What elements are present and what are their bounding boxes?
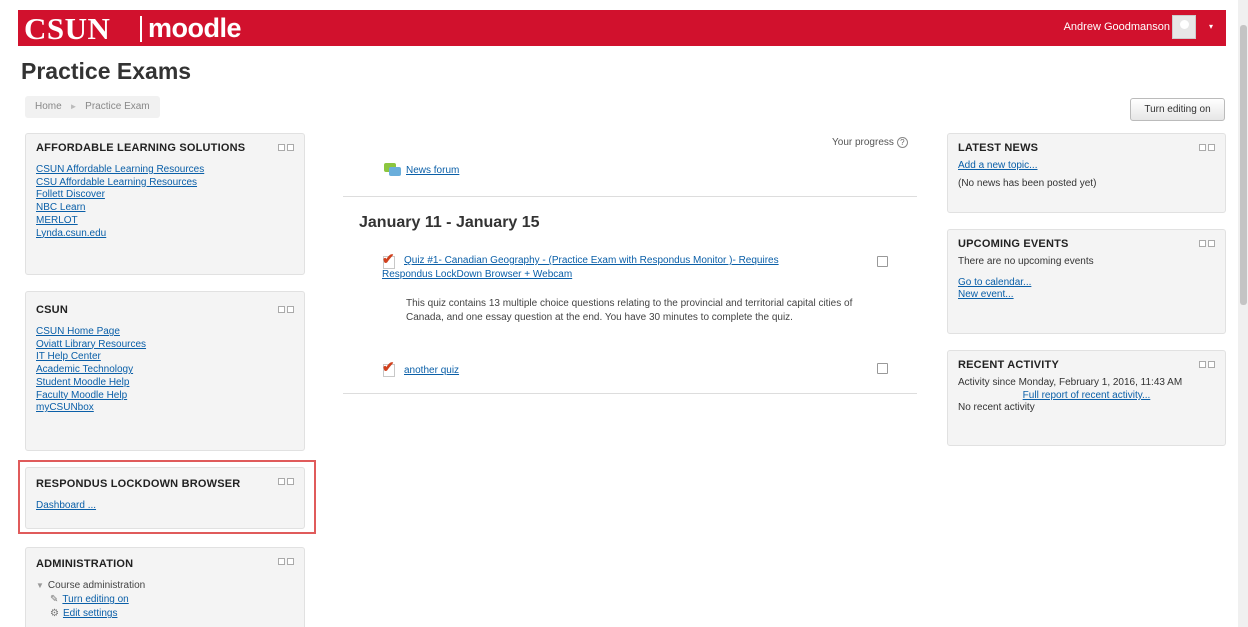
block-title: LATEST NEWS (958, 142, 1039, 154)
link-mycsunbox[interactable]: myCSUNbox (36, 402, 94, 413)
collapse-icon[interactable] (1208, 144, 1215, 151)
chevron-down-icon[interactable]: ▾ (1209, 22, 1213, 31)
breadcrumb-course[interactable]: Practice Exam (85, 101, 149, 112)
quiz-1-link[interactable]: Quiz #1- Canadian Geography - (Practice … (382, 254, 852, 282)
section-divider (343, 196, 917, 197)
block-controls (1199, 361, 1215, 368)
section-divider (343, 393, 917, 394)
csun-logo[interactable]: CSUN (24, 11, 110, 47)
link-csun-home[interactable]: CSUN Home Page (36, 326, 120, 337)
link-list: CSUN Home Page Oviatt Library Resources … (36, 326, 294, 415)
completion-checkbox-quiz-2[interactable] (877, 363, 888, 374)
collapse-icon[interactable] (287, 306, 294, 313)
quiz-activity-2: ✔ another quiz (382, 359, 459, 378)
block-controls (278, 144, 294, 151)
link-academic-technology[interactable]: Academic Technology (36, 364, 133, 375)
block-csun: CSUN CSUN Home Page Oviatt Library Resou… (25, 291, 305, 451)
turn-editing-on-button[interactable]: Turn editing on (1130, 98, 1225, 121)
quiz-icon: ✔ (382, 359, 395, 377)
news-forum-activity: News forum (384, 163, 459, 177)
quiz-activity-1: ✔ Quiz #1- Canadian Geography - (Practic… (382, 251, 852, 282)
avatar[interactable] (1172, 15, 1196, 39)
link-csu-affordable-learning[interactable]: CSU Affordable Learning Resources (36, 177, 197, 188)
block-latest-news: LATEST NEWS Add a new topic... (No news … (947, 133, 1226, 213)
link-it-help-center[interactable]: IT Help Center (36, 351, 101, 362)
quiz-1-description: This quiz contains 13 multiple choice qu… (406, 298, 853, 324)
block-title: AFFORDABLE LEARNING SOLUTIONS (36, 142, 246, 154)
turn-editing-on-link[interactable]: Turn editing on (62, 594, 128, 605)
your-progress: Your progress ? (832, 137, 908, 148)
block-title: ADMINISTRATION (36, 558, 134, 570)
link-list: CSUN Affordable Learning Resources CSU A… (36, 164, 294, 240)
help-icon[interactable]: ? (896, 137, 908, 148)
activity-since-text: Activity since Monday, February 1, 2016,… (958, 377, 1183, 388)
quiz-1-title-line2: Respondus LockDown Browser + Webcam (382, 269, 573, 280)
block-recent-activity: RECENT ACTIVITY Activity since Monday, F… (947, 350, 1226, 446)
quiz-icon: ✔ (382, 251, 395, 269)
edit-settings-link[interactable]: Edit settings (63, 608, 117, 619)
collapse-icon[interactable] (1208, 361, 1215, 368)
logo-divider (140, 16, 142, 42)
go-to-calendar-link[interactable]: Go to calendar... (958, 277, 1031, 288)
news-forum-link[interactable]: News forum (406, 165, 459, 176)
no-events-text: There are no upcoming events (958, 256, 1094, 267)
user-menu-name[interactable]: Andrew Goodmanson (1064, 21, 1170, 33)
block-controls (1199, 240, 1215, 247)
admin-item-turn-editing: ✎ Turn editing on (36, 594, 294, 605)
section-title: January 11 - January 15 (359, 214, 540, 231)
top-navbar: CSUN moodle Andrew Goodmanson ▾ (18, 10, 1226, 46)
block-title: UPCOMING EVENTS (958, 238, 1069, 250)
breadcrumb: Home ► Practice Exam (25, 96, 160, 118)
scrollbar-thumb[interactable] (1240, 25, 1247, 305)
course-administration-node[interactable]: ▼ Course administration (36, 580, 294, 591)
add-new-topic-link[interactable]: Add a new topic... (958, 160, 1038, 171)
dock-icon[interactable] (1199, 361, 1206, 368)
link-faculty-moodle-help[interactable]: Faculty Moodle Help (36, 390, 127, 401)
page-scrollbar[interactable] (1238, 0, 1248, 627)
quiz-1-title-line1: Quiz #1- Canadian Geography - (Practice … (404, 255, 779, 266)
admin-item-edit-settings: ⚙ Edit settings (36, 608, 294, 619)
block-controls (278, 306, 294, 313)
link-nbc-learn[interactable]: NBC Learn (36, 202, 85, 213)
page-title: Practice Exams (21, 58, 192, 84)
no-recent-activity-text: No recent activity (958, 402, 1035, 413)
gear-icon: ⚙ (50, 608, 59, 619)
collapse-icon[interactable] (1208, 240, 1215, 247)
expanded-triangle-icon: ▼ (36, 581, 44, 590)
link-csun-affordable-learning[interactable]: CSUN Affordable Learning Resources (36, 164, 204, 175)
block-administration: ADMINISTRATION ▼ Course administration ✎ … (25, 547, 305, 627)
course-administration-label: Course administration (47, 580, 146, 591)
block-title: CSUN (36, 304, 68, 316)
link-follett-discover[interactable]: Follett Discover (36, 189, 105, 200)
link-student-moodle-help[interactable]: Student Moodle Help (36, 377, 129, 388)
highlight-box (18, 460, 316, 534)
link-oviatt-library[interactable]: Oviatt Library Resources (36, 339, 146, 350)
quiz-2-link[interactable]: another quiz (404, 365, 459, 376)
your-progress-label: Your progress (832, 137, 894, 148)
dock-icon[interactable] (278, 558, 285, 565)
no-news-text: (No news has been posted yet) (958, 178, 1097, 189)
new-event-link[interactable]: New event... (958, 289, 1014, 300)
collapse-icon[interactable] (287, 144, 294, 151)
completion-checkbox-quiz-1[interactable] (877, 256, 888, 267)
link-lynda[interactable]: Lynda.csun.edu (36, 228, 106, 239)
block-controls (278, 558, 294, 565)
dock-icon[interactable] (278, 144, 285, 151)
full-report-link[interactable]: Full report of recent activity... (958, 390, 1215, 401)
collapse-icon[interactable] (287, 558, 294, 565)
dock-icon[interactable] (1199, 240, 1206, 247)
block-affordable-learning: AFFORDABLE LEARNING SOLUTIONS CSUN Affor… (25, 133, 305, 275)
block-controls (1199, 144, 1215, 151)
breadcrumb-home[interactable]: Home (35, 101, 62, 112)
breadcrumb-separator-icon: ► (69, 102, 78, 111)
dock-icon[interactable] (1199, 144, 1206, 151)
block-upcoming-events: UPCOMING EVENTS There are no upcoming ev… (947, 229, 1226, 334)
link-merlot[interactable]: MERLOT (36, 215, 78, 226)
moodle-logo[interactable]: moodle (148, 13, 242, 44)
block-title: RECENT ACTIVITY (958, 359, 1059, 371)
pencil-icon: ✎ (50, 594, 59, 605)
forum-icon (384, 163, 402, 177)
dock-icon[interactable] (278, 306, 285, 313)
